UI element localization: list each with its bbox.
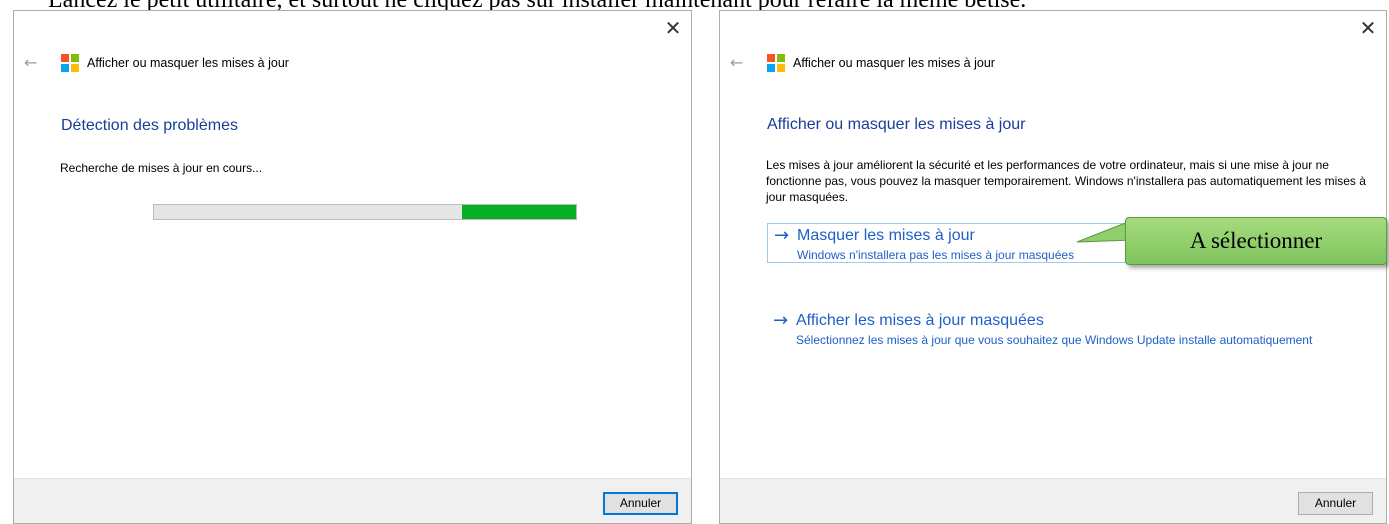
left-dialog-window: ✕ ← Afficher ou masquer les mises à jour… [13, 10, 692, 524]
windows-logo-icon [767, 54, 785, 72]
cancel-button[interactable]: Annuler [603, 492, 678, 515]
window-title: Afficher ou masquer les mises à jour [793, 56, 995, 70]
page-heading: Afficher ou masquer les mises à jour [767, 116, 1026, 133]
show-hidden-updates-option[interactable]: → Afficher les mises à jour masquées Sél… [767, 309, 1375, 369]
cancel-button[interactable]: Annuler [1298, 492, 1373, 515]
close-icon[interactable]: ✕ [662, 18, 684, 40]
progress-bar [153, 204, 577, 220]
page-heading: Détection des problèmes [61, 117, 238, 134]
back-arrow-icon[interactable]: ← [730, 55, 752, 71]
option-title: Afficher les mises à jour masquées [796, 312, 1044, 329]
dialog-footer: Annuler [14, 478, 691, 523]
description-text: Les mises à jour améliorent la sécurité … [766, 158, 1366, 204]
nav-row: ← Afficher ou masquer les mises à jour [24, 53, 289, 73]
option-title: Masquer les mises à jour [797, 227, 975, 244]
close-icon[interactable]: ✕ [1357, 18, 1379, 40]
callout-annotation: A sélectionner [1125, 217, 1387, 265]
right-arrow-icon: → [774, 225, 790, 246]
dialog-footer: Annuler [720, 478, 1386, 523]
status-text: Recherche de mises à jour en cours... [60, 161, 263, 175]
window-title: Afficher ou masquer les mises à jour [87, 56, 289, 70]
right-arrow-icon: → [773, 310, 789, 331]
nav-row: ← Afficher ou masquer les mises à jour [730, 53, 995, 73]
back-arrow-icon[interactable]: ← [24, 55, 46, 71]
windows-logo-icon [61, 54, 79, 72]
right-dialog-window: ✕ ← Afficher ou masquer les mises à jour… [719, 10, 1387, 524]
progress-bar-fill [462, 205, 576, 219]
option-subtitle: Sélectionnez les mises à jour que vous s… [796, 333, 1313, 347]
